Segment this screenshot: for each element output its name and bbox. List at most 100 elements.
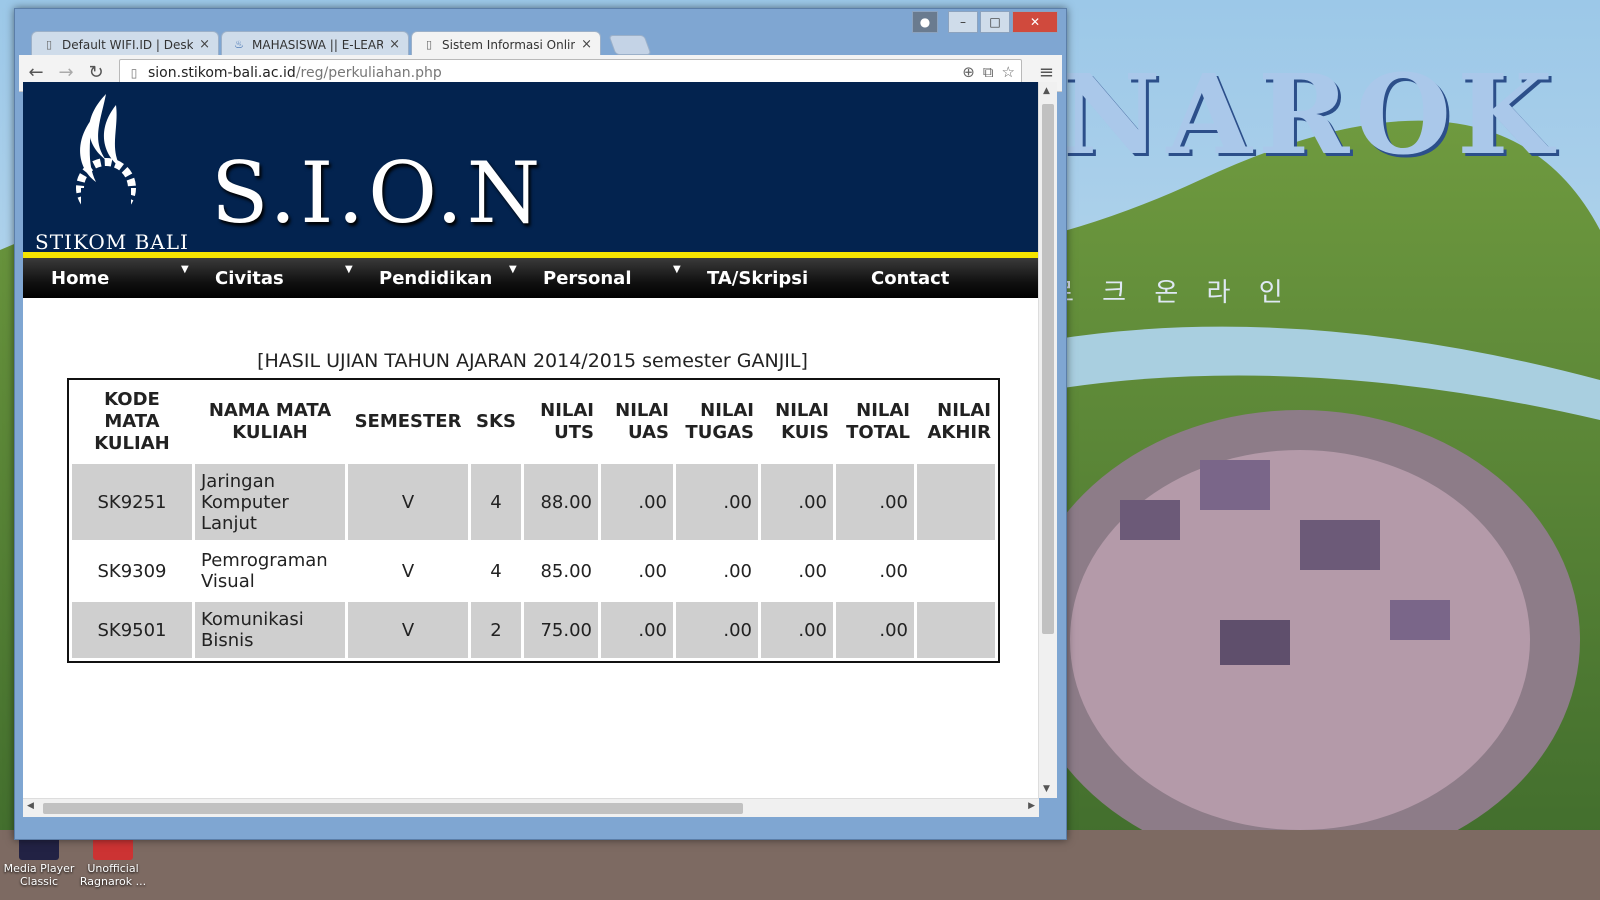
wallpaper-logo-text: NAROK	[1060, 50, 1559, 179]
table-header-row: KODE MATA KULIAH NAMA MATA KULIAH SEMEST…	[72, 383, 995, 461]
tab-sion[interactable]: ▯ Sistem Informasi Online K ×	[411, 31, 601, 57]
logo-text: STIKOM BALI	[35, 230, 189, 254]
nav-pendidikan[interactable]: ▼ Pendidikan	[345, 264, 515, 289]
cell-uas: .00	[601, 464, 673, 540]
cell-semester: V	[348, 602, 468, 658]
cell-total: .00	[836, 602, 914, 658]
zoom-icon[interactable]: ⊕	[962, 63, 975, 81]
cell-total: .00	[879, 560, 908, 582]
cell-kode: SK9251	[72, 464, 192, 540]
url-host: sion.stikom-bali.ac.id	[148, 65, 296, 81]
cell-semester: V	[348, 464, 468, 540]
close-tab-icon[interactable]: ×	[389, 37, 400, 52]
scroll-down-arrow-icon[interactable]: ▼	[1043, 784, 1050, 794]
cell-tugas: .00	[676, 464, 758, 540]
nav-label: Home	[51, 267, 110, 289]
cell-akhir	[917, 464, 995, 540]
table-row: SK9501 Komunikasi Bisnis V 2 75.00 .00 .…	[72, 602, 995, 658]
close-tab-icon[interactable]: ×	[581, 37, 592, 52]
stikom-flame-logo-icon	[76, 94, 136, 220]
cell-sks: 4	[490, 560, 502, 582]
tab-elearning[interactable]: ♨ MAHASISWA || E-LEARNIN ×	[221, 31, 409, 57]
horizontal-scroll-thumb[interactable]	[43, 803, 743, 814]
horizontal-scrollbar[interactable]: ◀ ▶	[23, 798, 1039, 817]
nav-civitas[interactable]: ▼ Civitas	[181, 264, 351, 289]
maximize-button[interactable]: □	[980, 11, 1010, 33]
dropdown-caret-icon: ▼	[673, 263, 681, 275]
page-icon: ▯	[45, 37, 53, 51]
cell-sks: 2	[471, 602, 521, 658]
cell-uts: 75.00	[524, 602, 598, 658]
cell-uts: 88.00	[524, 464, 598, 540]
nav-label: Pendidikan	[379, 267, 493, 289]
page-viewport: STIKOM BALI S.I.O.N Home ▼ Civitas ▼ Pendi…	[23, 82, 1039, 812]
user-profile-icon[interactable]: ●	[912, 11, 938, 33]
vertical-scroll-thumb[interactable]	[1042, 104, 1054, 634]
table-row: SK9309 Pemrograman Visual V 4 85.00 .00 …	[72, 543, 995, 599]
grades-table: KODE MATA KULIAH NAMA MATA KULIAH SEMEST…	[67, 378, 1000, 663]
url-path: /reg/perkuliahan.php	[295, 65, 442, 81]
scroll-up-arrow-icon[interactable]: ▲	[1043, 86, 1050, 96]
omnibox-actions: ⊕ ⧉ ☆	[962, 63, 1015, 81]
col-header-sks: SKS	[476, 411, 516, 432]
nav-personal[interactable]: ▼ Personal	[509, 264, 679, 289]
tab-strip: ▯ Default WIFI.ID | Desktop × ♨ MAHASISW…	[15, 9, 1066, 57]
close-window-button[interactable]: ✕	[1012, 11, 1058, 33]
tab-label: Default WIFI.ID | Desktop	[62, 37, 194, 52]
cell-kode: SK9501	[72, 602, 192, 658]
col-header-tugas: NILAI TUGAS	[685, 400, 754, 443]
cell-nama: Jaringan Komputer Lanjut	[195, 464, 345, 540]
tab-label: Sistem Informasi Online K	[442, 37, 575, 52]
col-header-kuis: NILAI KUIS	[775, 400, 829, 443]
nav-label: Contact	[871, 267, 950, 289]
nav-label: Civitas	[215, 267, 284, 289]
cell-akhir	[917, 602, 995, 658]
cell-total: .00	[836, 464, 914, 540]
minimize-button[interactable]: –	[948, 11, 978, 33]
cell-kode: SK9309	[97, 560, 167, 582]
scroll-left-arrow-icon[interactable]: ◀	[27, 801, 34, 811]
dropdown-caret-icon: ▼	[345, 263, 353, 275]
nav-home[interactable]: Home	[23, 268, 187, 289]
nav-ta-skripsi[interactable]: ▼ TA/Skripsi	[673, 264, 843, 289]
cell-semester: V	[401, 560, 415, 582]
bookmark-star-icon[interactable]: ☆	[1002, 63, 1015, 81]
desktop-icon-label: Media Player Classic	[3, 862, 75, 888]
cell-kuis: .00	[761, 602, 833, 658]
new-tab-button[interactable]	[608, 35, 652, 55]
nav-contact[interactable]: Contact	[843, 268, 1007, 289]
nav-label: TA/Skripsi	[707, 267, 809, 289]
cell-kuis: .00	[761, 464, 833, 540]
table-row: SK9251 Jaringan Komputer Lanjut V 4 88.0…	[72, 464, 995, 540]
col-header-nama: NAMA MATA KULIAH	[208, 400, 332, 443]
dropdown-caret-icon: ▼	[181, 263, 189, 275]
tab-label: MAHASISWA || E-LEARNIN	[252, 37, 384, 52]
site-banner: STIKOM BALI S.I.O.N	[23, 82, 1039, 254]
cell-akhir	[917, 543, 995, 599]
col-header-kode: KODE MATA KULIAH	[94, 389, 170, 454]
cell-uts: 85.00	[540, 560, 592, 582]
col-header-uas: NILAI UAS	[615, 400, 669, 443]
cell-nama: Pemrograman Visual	[201, 550, 328, 592]
window-controls: ● – □ ✕	[912, 11, 1058, 33]
cell-nama: Komunikasi Bisnis	[195, 602, 345, 658]
col-header-semester: SEMESTER	[354, 411, 462, 432]
cell-tugas: .00	[676, 602, 758, 658]
vertical-scrollbar[interactable]: ▲ ▼	[1038, 82, 1057, 798]
cell-tugas: .00	[723, 560, 752, 582]
nav-label: Personal	[543, 267, 632, 289]
close-tab-icon[interactable]: ×	[199, 37, 210, 52]
main-nav: Home ▼ Civitas ▼ Pendidikan ▼ Personal ▼ TA/…	[23, 258, 1039, 298]
flame-icon: ♨	[234, 37, 244, 51]
page-icon: ▯	[425, 37, 433, 51]
scroll-right-arrow-icon[interactable]: ▶	[1028, 801, 1035, 811]
menu-hamburger-icon[interactable]: ≡	[1039, 62, 1054, 83]
tab-wifi-id[interactable]: ▯ Default WIFI.ID | Desktop ×	[31, 31, 219, 57]
wallpaper-korean-text: 로 크 온 라 인	[1050, 278, 1293, 308]
cell-uas: .00	[638, 560, 667, 582]
col-header-akhir: NILAI AKHIR	[927, 400, 991, 443]
site-title: S.I.O.N	[211, 144, 545, 242]
dropdown-caret-icon: ▼	[509, 263, 517, 275]
cell-uas: .00	[601, 602, 673, 658]
translate-icon[interactable]: ⧉	[983, 63, 994, 81]
